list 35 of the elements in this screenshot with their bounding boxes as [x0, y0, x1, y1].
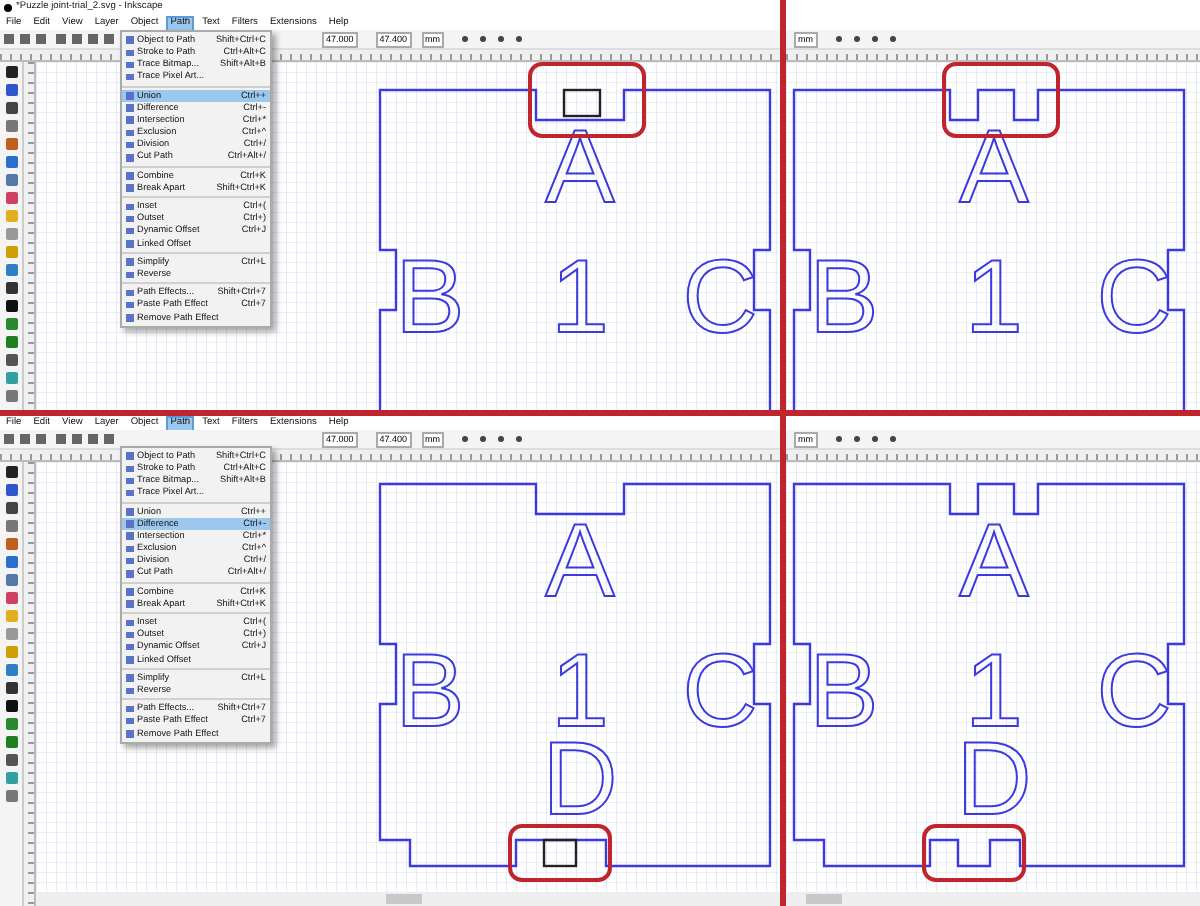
outlined-letter: B — [809, 634, 879, 750]
outlined-letter: C — [682, 240, 758, 356]
snap-icon[interactable] — [853, 436, 859, 442]
snap-icon[interactable] — [871, 36, 877, 42]
scrollbar-thumb[interactable] — [386, 894, 422, 904]
app-icon — [4, 4, 12, 12]
snap-icon[interactable] — [498, 36, 505, 42]
outlined-letter: C — [1096, 634, 1172, 750]
outlined-letter: A — [959, 504, 1029, 620]
outlined-letter: B — [395, 634, 465, 750]
snap-icon[interactable] — [516, 436, 523, 442]
snap-icon[interactable] — [889, 36, 895, 42]
outlined-letter: A — [959, 110, 1029, 226]
snap-icon[interactable] — [871, 436, 877, 442]
outlined-letter: A — [545, 110, 615, 226]
snap-icon[interactable] — [835, 436, 841, 442]
snap-icon[interactable] — [480, 436, 487, 442]
outlined-letter: A — [545, 504, 615, 620]
horizontal-scrollbar[interactable] — [786, 892, 1200, 906]
outlined-letter: 1 — [965, 240, 1023, 356]
outlined-letter: C — [682, 634, 758, 750]
scrollbar-thumb[interactable] — [806, 894, 842, 904]
snap-icon[interactable] — [516, 36, 523, 42]
snap-icon[interactable] — [480, 36, 487, 42]
snap-icon[interactable] — [889, 436, 895, 442]
snap-icon[interactable] — [498, 436, 505, 442]
outlined-letter: B — [395, 240, 465, 356]
snap-icon[interactable] — [462, 436, 469, 442]
outlined-letter: B — [809, 240, 879, 356]
horizontal-scrollbar[interactable] — [36, 892, 780, 906]
snap-icon[interactable] — [462, 36, 469, 42]
outlined-letter: C — [1096, 240, 1172, 356]
snap-icon[interactable] — [835, 36, 841, 42]
outlined-letter: 1 — [551, 240, 609, 356]
snap-icon[interactable] — [853, 36, 859, 42]
